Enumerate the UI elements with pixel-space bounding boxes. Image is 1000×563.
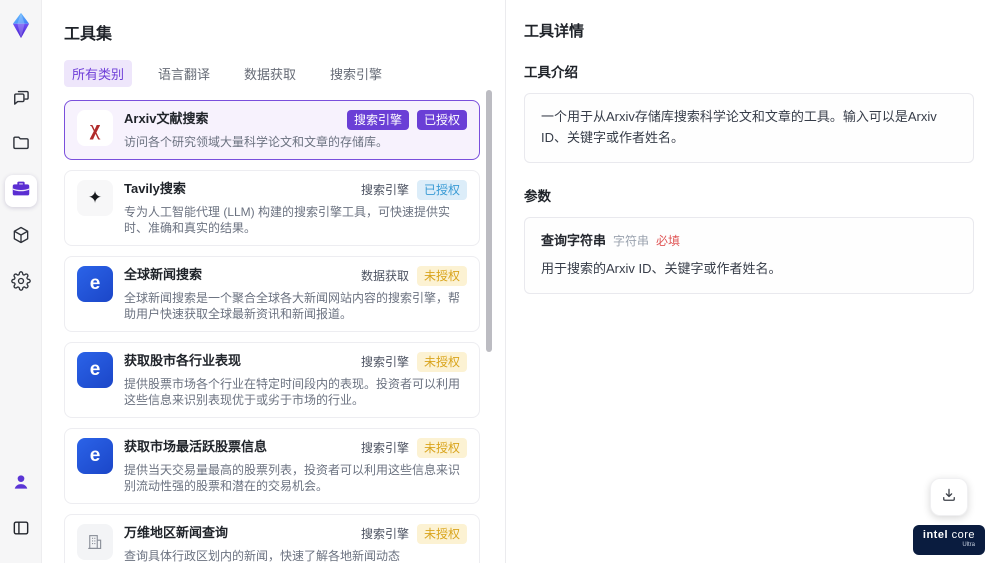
status-badge: 未授权: [416, 524, 467, 544]
tool-card[interactable]: 万维地区新闻查询 搜索引擎 未授权查询具体行政区划内的新闻，快速了解各地新闻动态: [64, 514, 480, 563]
intro-box: 一个用于从Arxiv存储库搜索科学论文和文章的工具。输入可以是Arxiv ID、…: [524, 93, 974, 163]
tool-card[interactable]: ✦ Tavily搜索 搜索引擎 已授权专为人工智能代理 (LLM) 构建的搜索引擎工具…: [64, 170, 480, 246]
gem-logo-icon: [10, 12, 32, 44]
nav-toolbox-button[interactable]: [4, 175, 37, 207]
app-window: 工具集 所有类别 语言翻译 数据获取 搜索引擎 χ Arxiv文献搜索 搜索引擎 已授权 访问…: [0, 0, 1000, 563]
building-icon: [77, 524, 113, 560]
tool-desc: 提供当天交易量最高的股票列表，投资者可以利用这些信息来识别流动性强的股票和潜在的…: [124, 463, 461, 493]
category-badge: 搜索引擎: [360, 355, 409, 369]
avatar-icon: [11, 472, 31, 497]
status-badge: 未授权: [416, 266, 467, 286]
tool-desc: 查询具体行政区划内的新闻，快速了解各地新闻动态: [124, 549, 401, 563]
scrollbar[interactable]: [486, 90, 492, 557]
brand-sub-text: Ultra: [962, 542, 975, 549]
tool-name: 全球新闻搜索: [124, 267, 203, 282]
nav-folder-button[interactable]: [5, 129, 37, 161]
floating-corner: intel core Ultra: [912, 478, 985, 555]
detail-title: 工具详情: [524, 23, 585, 40]
news-app-icon: e: [77, 266, 113, 302]
nav-rail: [0, 0, 42, 563]
nav-chat-button[interactable]: [5, 83, 37, 115]
category-badge: 数据获取: [360, 269, 409, 283]
intel-core-badge: intel core Ultra: [912, 525, 985, 555]
intro-heading: 工具介绍: [524, 65, 578, 80]
chat-icon: [11, 87, 31, 112]
category-tabs: 所有类别 语言翻译 数据获取 搜索引擎: [64, 60, 480, 87]
tools-panel: 工具集 所有类别 语言翻译 数据获取 搜索引擎 χ Arxiv文献搜索 搜索引擎 已授权 访问…: [42, 0, 505, 563]
nav-avatar-button[interactable]: [5, 468, 37, 500]
category-badge: 搜索引擎: [360, 441, 409, 455]
scrollbar-thumb[interactable]: [486, 90, 492, 352]
tool-name: 获取市场最活跃股票信息: [124, 439, 268, 454]
sparkle-icon: ✦: [77, 180, 113, 216]
page-title: 工具集: [64, 26, 113, 43]
param-type: 字符串: [613, 233, 650, 248]
tool-name: Arxiv文献搜索: [124, 111, 209, 126]
tool-name: 万维地区新闻查询: [124, 525, 229, 540]
category-badge: 搜索引擎: [360, 183, 409, 197]
nav-settings-button[interactable]: [5, 267, 37, 299]
tab-2[interactable]: 数据获取: [236, 60, 304, 87]
tool-desc: 专为人工智能代理 (LLM) 构建的搜索引擎工具，可快速提供实时、准确和真实的结…: [124, 205, 451, 235]
download-button[interactable]: [929, 478, 968, 517]
settings-icon: [10, 270, 31, 296]
param-required-badge: 必填: [656, 233, 681, 248]
tab-0[interactable]: 所有类别: [64, 60, 133, 87]
tool-name: 获取股市各行业表现: [124, 353, 242, 368]
status-badge: 未授权: [416, 352, 467, 372]
status-badge: 已授权: [416, 110, 467, 130]
status-badge: 已授权: [416, 180, 467, 200]
tool-desc: 提供股票市场各个行业在特定时间段内的表现。投资者可以利用这些信息来识别表现优于或…: [124, 377, 461, 407]
category-badge: 搜索引擎: [346, 110, 409, 130]
collapse-panel-icon: [11, 518, 31, 543]
download-icon: [940, 486, 958, 509]
tool-name: Tavily搜索: [124, 181, 186, 196]
cube-icon: [11, 225, 31, 250]
status-badge: 未授权: [416, 438, 467, 458]
news-app-icon: e: [77, 352, 113, 388]
param-desc: 用于搜索的Arxiv ID、关键字或作者姓名。: [541, 261, 782, 277]
param-name: 查询字符串: [541, 232, 607, 248]
tool-card[interactable]: χ Arxiv文献搜索 搜索引擎 已授权访问各个研究领域大量科学论文和文章的存储库。: [64, 100, 480, 160]
tool-desc: 访问各个研究领域大量科学论文和文章的存储库。: [124, 135, 389, 149]
tool-card[interactable]: e 获取股市各行业表现 搜索引擎 未授权提供股票市场各个行业在特定时间段内的表现。投资…: [64, 342, 480, 418]
tool-card[interactable]: e 全球新闻搜索 数据获取 未授权全球新闻搜索是一个聚合全球各大新闻网站内容的搜索引擎…: [64, 256, 480, 332]
param-box: 查询字符串 字符串 必填 用于搜索的Arxiv ID、关键字或作者姓名。: [524, 216, 974, 295]
params-heading: 参数: [524, 188, 551, 204]
category-badge: 搜索引擎: [360, 527, 409, 541]
tool-desc: 全球新闻搜索是一个聚合全球各大新闻网站内容的搜索引擎，帮助用户快速获取全球最新资…: [124, 291, 461, 321]
nav-collapse-button[interactable]: [5, 514, 37, 546]
nav-cube-button[interactable]: [5, 221, 37, 253]
tool-card[interactable]: e 获取市场最活跃股票信息 搜索引擎 未授权提供当天交易量最高的股票列表，投资者可以利…: [64, 428, 480, 504]
news-app-icon: e: [77, 438, 113, 474]
brand-text: intel core: [922, 529, 975, 542]
toolbox-icon: [10, 178, 32, 205]
tab-3[interactable]: 搜索引擎: [322, 60, 390, 87]
arxiv-logo-icon: χ: [77, 110, 113, 146]
folder-icon: [11, 133, 31, 158]
tab-1[interactable]: 语言翻译: [150, 60, 218, 87]
tool-list: χ Arxiv文献搜索 搜索引擎 已授权 访问各个研究领域大量科学论文和文章的存储库。 ✦…: [64, 100, 480, 563]
